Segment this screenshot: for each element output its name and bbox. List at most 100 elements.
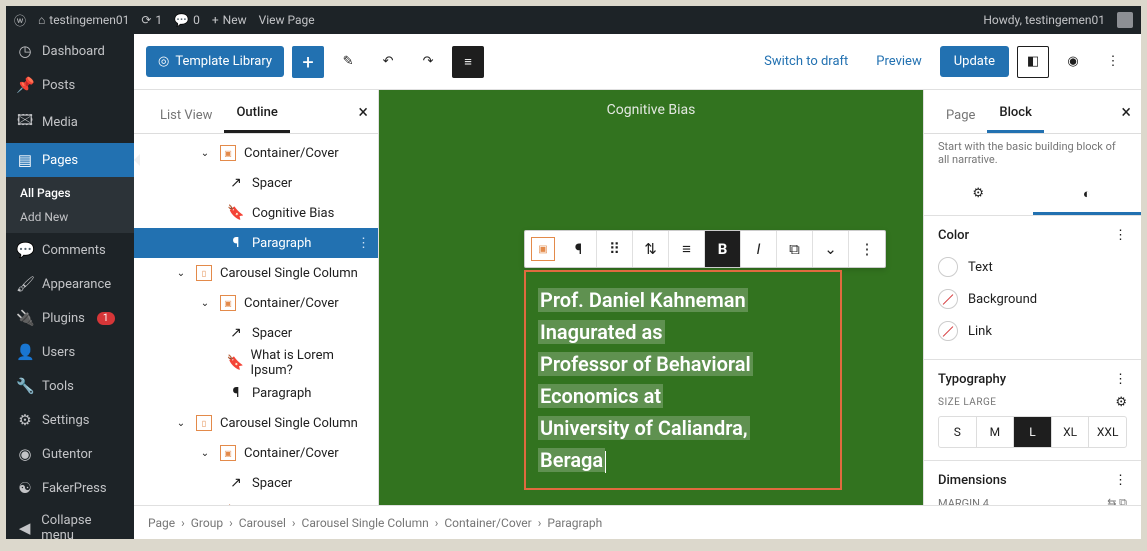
close-icon[interactable]: × [1121,102,1131,123]
pin-icon: 📌 [16,76,34,94]
color-background[interactable]: Background [938,283,1127,315]
italic-button[interactable]: I [741,231,777,267]
updates-link[interactable]: ⟳ 1 [141,13,162,27]
menu-fakerpress[interactable]: ☯FakerPress [6,471,134,505]
media-icon: 🖾 [16,110,34,135]
size-settings-icon[interactable]: ⚙ [1115,395,1127,410]
tree-carousel-single[interactable]: ⌄▯Carousel Single Column [134,258,378,288]
tab-list-view[interactable]: List View [148,98,224,133]
color-link[interactable]: Link [938,315,1127,347]
size-l[interactable]: L [1014,417,1052,447]
block-tree: ⌄▣Container/Cover ↗Spacer 🔖Cognitive Bia… [134,134,378,505]
redo-button[interactable]: ↷ [412,46,444,78]
tree-container-cover[interactable]: ⌄▣Container/Cover [134,438,378,468]
tree-heading[interactable]: 🔖Cognitive Bias [134,198,378,228]
unlink-icon[interactable]: ⇆ [1107,496,1116,505]
avatar[interactable] [1117,12,1133,28]
preview-link[interactable]: Preview [866,48,931,75]
template-library-button[interactable]: ◎Template Library [146,46,284,77]
tab-block[interactable]: Block [987,95,1043,133]
more-format-button[interactable]: ⌄ [813,231,849,267]
crumb[interactable]: Paragraph [547,516,602,530]
tree-carousel-single[interactable]: ⌄▯Carousel Single Column [134,408,378,438]
menu-appearance[interactable]: 🖌Appearance [6,267,134,301]
link-button[interactable]: ⧉ [777,231,813,267]
block-type-button[interactable]: ¶ [561,231,597,267]
bold-button[interactable]: B [705,231,741,267]
size-xl[interactable]: XL [1052,417,1090,447]
submenu-add-new[interactable]: Add New [6,205,134,229]
paragraph-icon: ¶ [226,383,246,403]
view-page-link[interactable]: View Page [259,13,315,27]
howdy-link[interactable]: Howdy, testingemen01 [983,13,1105,27]
menu-users[interactable]: 👤Users [6,335,134,369]
panel-dimensions-title: Dimensions [938,473,1007,488]
settings-sidebar: Page Block × Start with the basic buildi… [923,90,1141,505]
editor-top-bar: ◎Template Library + ✎ ↶ ↷ ≡ Switch to dr… [134,34,1141,90]
menu-settings[interactable]: ⚙Settings [6,403,134,437]
size-xxl[interactable]: XXL [1089,417,1126,447]
more-icon[interactable]: ⋮ [357,236,370,251]
gutentor-button[interactable]: ◉ [1057,46,1089,78]
edit-tool[interactable]: ✎ [332,46,364,78]
wp-logo-icon[interactable]: ⓦ [14,12,26,29]
tab-page[interactable]: Page [934,98,987,133]
parent-block-button[interactable]: ▣ [531,237,555,261]
tree-container-cover[interactable]: ⌄▣Container/Cover [134,138,378,168]
align-button[interactable]: ≡ [669,231,705,267]
tree-spacer[interactable]: ↗Spacer [134,468,378,498]
tree-container-cover[interactable]: ⌄▣Container/Cover [134,288,378,318]
menu-comments[interactable]: 💬Comments [6,233,134,267]
tree-paragraph[interactable]: ¶Paragraph [134,378,378,408]
plug-icon: 🔌 [16,309,34,327]
paragraph-block[interactable]: Prof. Daniel Kahneman Inagurated as Prof… [524,270,842,490]
listview-toggle[interactable]: ≡ [452,46,484,78]
crumb[interactable]: Container/Cover [444,516,531,530]
more-options[interactable]: ⋮ [1097,46,1129,78]
new-link[interactable]: + New [212,13,247,27]
menu-media[interactable]: 🖾Media [6,102,134,143]
size-m[interactable]: M [977,417,1015,447]
options-button[interactable]: ⋮ [849,231,885,267]
panel-menu-icon[interactable]: ⋮ [1114,372,1127,387]
tab-outline[interactable]: Outline [224,95,289,133]
crumb[interactable]: Group [191,516,223,530]
link-sides-icon[interactable]: ⧉ [1119,496,1127,505]
sidebar-toggle[interactable]: ◧ [1017,46,1049,78]
settings-tab-icon[interactable]: ⚙ [924,176,1033,215]
submenu-all-pages[interactable]: All Pages [6,181,134,205]
menu-gutentor[interactable]: ◉Gutentor [6,437,134,471]
size-s[interactable]: S [939,417,977,447]
menu-posts[interactable]: 📌Posts [6,68,134,102]
site-link[interactable]: ⌂ testingemen01 [38,13,129,27]
tree-paragraph-selected[interactable]: ¶Paragraph⋮ [134,228,378,258]
chevron-down-icon: ⌄ [174,268,188,279]
menu-tools[interactable]: 🔧Tools [6,369,134,403]
crumb[interactable]: Carousel Single Column [302,516,429,530]
menu-dashboard[interactable]: ◷Dashboard [6,34,134,68]
heading-text[interactable]: Cognitive Bias [607,102,696,118]
tree-spacer[interactable]: ↗Spacer [134,318,378,348]
panel-menu-icon[interactable]: ⋮ [1114,228,1127,243]
dashboard-icon: ◷ [16,42,34,60]
move-buttons[interactable]: ⇅ [633,231,669,267]
tree-heading[interactable]: 🔖Psychology [134,498,378,505]
styles-tab-icon[interactable]: ◐ [1033,176,1142,215]
drag-handle[interactable]: ⠿ [597,231,633,267]
tree-heading[interactable]: 🔖What is Lorem Ipsum? [134,348,378,378]
close-icon[interactable]: × [358,102,368,123]
menu-plugins[interactable]: 🔌Plugins1 [6,301,134,335]
comments-link[interactable]: 💬 0 [174,13,200,27]
crumb[interactable]: Page [148,516,175,530]
menu-pages[interactable]: ▤Pages [6,143,134,177]
editor-canvas[interactable]: Cognitive Bias ▣ ¶ ⠿ ⇅ ≡ B I ⧉ ⌄ ⋮ [379,90,923,505]
add-block-button[interactable]: + [292,46,324,78]
switch-draft-link[interactable]: Switch to draft [754,48,858,75]
tree-spacer[interactable]: ↗Spacer [134,168,378,198]
collapse-menu[interactable]: ◀Collapse menu [6,505,134,551]
update-button[interactable]: Update [940,46,1009,77]
panel-menu-icon[interactable]: ⋮ [1114,473,1127,488]
undo-button[interactable]: ↶ [372,46,404,78]
color-text[interactable]: Text [938,251,1127,283]
crumb[interactable]: Carousel [239,516,286,530]
